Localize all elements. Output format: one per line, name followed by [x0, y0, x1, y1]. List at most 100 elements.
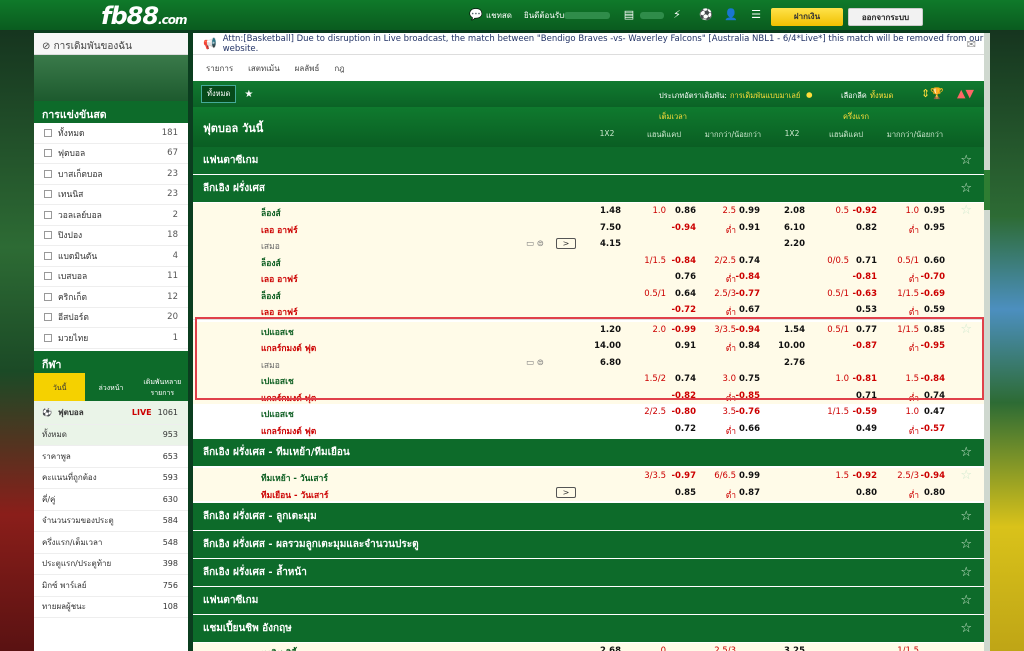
odds-hdp-home-half[interactable]: 0.77: [845, 325, 877, 335]
odds-under-half[interactable]: -0.57: [913, 424, 946, 434]
live-sport-item[interactable]: มวยไทย 1: [34, 328, 188, 349]
tab-rules[interactable]: กฎ: [334, 62, 344, 75]
sort-icon[interactable]: ▲▼: [957, 87, 974, 100]
live-sport-item[interactable]: บาสเก็ตบอล 23: [34, 164, 188, 185]
brand-logo[interactable]: fb88.com: [101, 2, 187, 30]
market-item[interactable]: มิกซ์ พาร์เลย์ 756: [34, 575, 188, 597]
odds-1x2[interactable]: 1.20: [589, 325, 621, 335]
live-sport-item[interactable]: ฟุตบอล 67: [34, 144, 188, 164]
deposit-button[interactable]: ฝากเงิน: [771, 8, 843, 26]
odds-hdp-home[interactable]: -0.97: [664, 471, 697, 481]
tab-parlay[interactable]: เดิมพันหลาย รายการ: [136, 372, 188, 401]
odds-under-half[interactable]: 0.80: [913, 488, 945, 498]
odds-over-half[interactable]: -0.94: [913, 471, 946, 481]
odds-hdp-away[interactable]: 0.91: [664, 341, 696, 351]
odds-over-half[interactable]: -0.84: [913, 374, 946, 384]
football-item[interactable]: ⚽ ฟุตบอล LIVE 1061: [34, 400, 188, 425]
tab-statement[interactable]: เสตทเม้น: [248, 62, 280, 75]
odds-hdp-away[interactable]: -0.72: [664, 305, 697, 315]
odds-over-half[interactable]: 0.60: [913, 256, 945, 266]
favorite-star-icon[interactable]: ★: [244, 89, 253, 100]
star-icon[interactable]: ☆: [960, 468, 972, 483]
odds-hdp-away-half[interactable]: 0.49: [845, 424, 877, 434]
odds-hdp-away[interactable]: 0.76: [664, 272, 696, 282]
live-sport-item[interactable]: ปิงปอง 18: [34, 226, 188, 246]
odds-1x2-half[interactable]: 2.08: [773, 206, 805, 216]
odds-over[interactable]: -0.94: [728, 325, 761, 335]
odds-1x2[interactable]: 1.48: [589, 206, 621, 216]
odds-under[interactable]: -0.84: [728, 272, 761, 282]
market-item[interactable]: จำนวนรวมของประตู 584: [34, 511, 188, 532]
odds-1x2-half[interactable]: 10.00: [773, 341, 805, 351]
odds-over[interactable]: 0.75: [728, 374, 760, 384]
live-sport-item[interactable]: แบดมินตัน 4: [34, 246, 188, 267]
odds-1x2-half[interactable]: 1.54: [773, 325, 805, 335]
odds-over-half[interactable]: -0.69: [913, 289, 946, 299]
live-sport-item[interactable]: เทนนิส 23: [34, 185, 188, 205]
odds-type-select[interactable]: การเดิมพันแบบมาเลย์: [730, 90, 800, 102]
live-sport-item[interactable]: ทั้งหมด 181: [34, 123, 188, 144]
checkbox[interactable]: [44, 190, 52, 199]
odds-over-half[interactable]: 0.95: [913, 206, 945, 216]
odds-over[interactable]: 0.74: [728, 256, 760, 266]
star-icon[interactable]: ☆: [960, 537, 972, 552]
stats-icon[interactable]: ▭ ⊜: [526, 358, 544, 368]
tab-early[interactable]: ล่วงหน้า: [85, 372, 137, 401]
market-item[interactable]: คี่/คู่ 630: [34, 489, 188, 511]
checkbox[interactable]: [44, 272, 52, 281]
live-sport-item[interactable]: วอลเลย์บอล 2: [34, 205, 188, 226]
odds-hdp-home[interactable]: -0.80: [664, 407, 697, 417]
odds-icon[interactable]: ⚽: [696, 8, 716, 21]
odds-under[interactable]: 0.66: [728, 424, 760, 434]
market-item[interactable]: ครึ่งแรก/เต็มเวลา 548: [34, 532, 188, 554]
odds-hdp-home-half[interactable]: 0.71: [845, 256, 877, 266]
odds-1x2-half[interactable]: 2.76: [773, 358, 805, 368]
scrollbar[interactable]: [984, 33, 990, 651]
market-item[interactable]: ราคาพูล 653: [34, 446, 188, 468]
odds-over[interactable]: 0.99: [728, 206, 760, 216]
odds-under-half[interactable]: -0.70: [913, 272, 946, 282]
star-icon[interactable]: ☆: [960, 181, 972, 196]
chat-link[interactable]: แชทสด: [486, 9, 512, 22]
star-icon[interactable]: ☆: [960, 621, 972, 636]
chat-icon[interactable]: 💬: [469, 8, 483, 21]
market-item[interactable]: คะแนนที่ถูกต้อง 593: [34, 468, 188, 489]
star-icon[interactable]: ☆: [960, 203, 972, 218]
league-header[interactable]: แฟนตาซีเกม ☆: [193, 587, 984, 615]
star-icon[interactable]: ☆: [960, 509, 972, 524]
odds-over[interactable]: -0.76: [728, 407, 761, 417]
checkbox[interactable]: [44, 231, 52, 240]
all-filter-button[interactable]: ทั้งหมด: [201, 85, 237, 103]
user-icon[interactable]: 👤: [724, 8, 738, 21]
bolt-icon[interactable]: ⚡: [670, 8, 684, 21]
market-item[interactable]: ทั้งหมด 953: [34, 424, 188, 446]
statement-icon[interactable]: ▤: [622, 8, 636, 21]
odds-hdp-away[interactable]: 0.85: [664, 488, 696, 498]
more-bets-button[interactable]: >: [556, 486, 576, 498]
market-item[interactable]: ประตูแรก/ประตูท้าย 398: [34, 554, 188, 575]
odds-hdp-home-half[interactable]: -0.59: [845, 407, 878, 417]
league-header[interactable]: แชมเปี้ยนชิพ อังกฤษ ☆: [193, 615, 984, 643]
star-icon[interactable]: ☆: [960, 593, 972, 608]
market-item[interactable]: ทายผลผู้ชนะ 108: [34, 597, 188, 618]
odds-hdp-away[interactable]: -0.94: [664, 223, 697, 233]
star-icon[interactable]: ☆: [960, 445, 972, 460]
odds-hdp-away[interactable]: 0.72: [664, 424, 696, 434]
odds-over-half[interactable]: 0.47: [913, 407, 945, 417]
odds-1x2-half[interactable]: 2.20: [773, 239, 805, 249]
odds-hdp-away-half[interactable]: 0.80: [845, 488, 877, 498]
odds-hdp-home-half[interactable]: -0.92: [845, 471, 878, 481]
mail-icon[interactable]: ✉: [967, 38, 976, 51]
chevron-down-icon[interactable]: ●: [806, 90, 813, 99]
league-header[interactable]: ลีกเอิง ฝรั่งเศส - ผลรวมลูกเตะมุมและจำนว…: [193, 531, 984, 559]
my-bets-link[interactable]: ⊘ การเดิมพันของฉัน: [34, 33, 188, 55]
star-icon[interactable]: ☆: [960, 565, 972, 580]
odds-hdp-home[interactable]: 0.74: [664, 374, 696, 384]
odds-1x2-half[interactable]: 6.10: [773, 223, 805, 233]
live-sport-item[interactable]: คริกเก็ต 12: [34, 287, 188, 308]
odds-hdp-away-half[interactable]: 0.82: [845, 223, 877, 233]
odds-1x2[interactable]: 14.00: [589, 341, 621, 351]
league-header[interactable]: ลีกเอิง ฝรั่งเศส ☆: [193, 175, 984, 203]
sort-trophy-icon[interactable]: ⇕🏆: [921, 87, 944, 100]
odds-hdp-home-half[interactable]: -0.63: [845, 289, 878, 299]
